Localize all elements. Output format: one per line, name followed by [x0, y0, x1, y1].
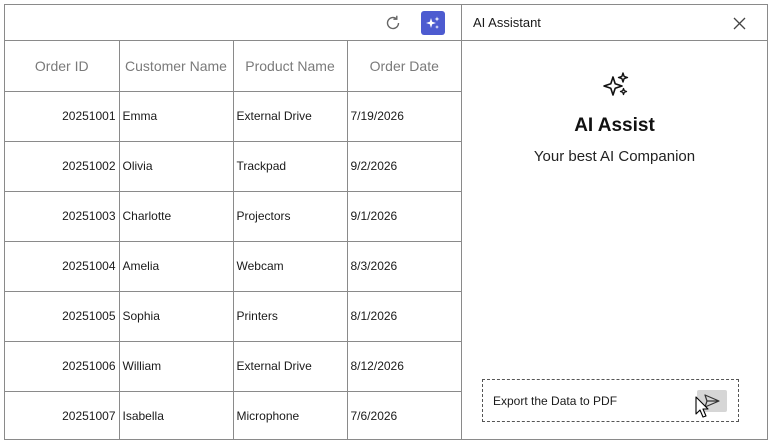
cell-order-id[interactable]: 20251007 — [5, 390, 120, 439]
grid-toolbar — [5, 5, 461, 41]
cell-product-name[interactable]: Trackpad — [232, 140, 348, 192]
column-header-order-id[interactable]: Order ID — [5, 41, 120, 92]
cell-customer-name[interactable]: Amelia — [118, 240, 234, 292]
table-row[interactable]: 20251005 Sophia Printers 8/1/2026 — [5, 290, 461, 342]
refresh-button[interactable] — [382, 12, 404, 34]
ai-assist-button[interactable] — [421, 11, 445, 35]
cell-order-id[interactable]: 20251001 — [5, 90, 120, 142]
cell-order-date[interactable]: 7/19/2026 — [346, 90, 461, 142]
cell-order-date[interactable]: 9/2/2026 — [346, 140, 461, 192]
orders-grid: Order ID Customer Name Product Name Orde… — [5, 41, 461, 439]
ai-assistant-panel: AI Assistant AI Assist Your best AI Comp… — [462, 5, 767, 439]
assistant-title: AI Assistant — [473, 15, 541, 30]
cell-order-date[interactable]: 9/1/2026 — [346, 190, 461, 242]
cell-order-date[interactable]: 7/6/2026 — [346, 390, 461, 439]
table-row[interactable]: 20251007 Isabella Microphone 7/6/2026 — [5, 390, 461, 439]
sparkle-icon — [603, 72, 629, 96]
prompt-input[interactable] — [493, 391, 683, 411]
cell-product-name[interactable]: Projectors — [232, 190, 348, 242]
grid-header-row: Order ID Customer Name Product Name Orde… — [5, 41, 461, 92]
cell-product-name[interactable]: External Drive — [232, 340, 348, 392]
sparkle-icon — [426, 16, 440, 29]
cell-order-id[interactable]: 20251004 — [5, 240, 120, 292]
cell-customer-name[interactable]: Charlotte — [118, 190, 234, 242]
cell-product-name[interactable]: Microphone — [232, 390, 348, 439]
cell-customer-name[interactable]: Sophia — [118, 290, 234, 342]
cell-order-id[interactable]: 20251006 — [5, 340, 120, 392]
table-row[interactable]: 20251002 Olivia Trackpad 9/2/2026 — [5, 140, 461, 192]
cell-product-name[interactable]: External Drive — [232, 90, 348, 142]
cell-order-id[interactable]: 20251003 — [5, 190, 120, 242]
app-frame: Order ID Customer Name Product Name Orde… — [4, 4, 768, 440]
column-header-customer-name[interactable]: Customer Name — [118, 41, 234, 92]
table-row[interactable]: 20251006 William External Drive 8/12/202… — [5, 340, 461, 392]
cell-order-date[interactable]: 8/3/2026 — [346, 240, 461, 292]
column-header-order-date[interactable]: Order Date — [346, 41, 461, 92]
cell-order-date[interactable]: 8/12/2026 — [346, 340, 461, 392]
assistant-header: AI Assistant — [462, 5, 767, 41]
cell-customer-name[interactable]: William — [118, 340, 234, 392]
close-button[interactable] — [730, 14, 748, 32]
cell-product-name[interactable]: Printers — [232, 290, 348, 342]
cell-order-id[interactable]: 20251005 — [5, 290, 120, 342]
table-row[interactable]: 20251003 Charlotte Projectors 9/1/2026 — [5, 190, 461, 242]
close-icon — [733, 17, 745, 29]
mouse-cursor-icon — [695, 396, 709, 418]
cell-product-name[interactable]: Webcam — [232, 240, 348, 292]
cell-customer-name[interactable]: Isabella — [118, 390, 234, 439]
grid-panel: Order ID Customer Name Product Name Orde… — [5, 5, 462, 439]
column-header-product-name[interactable]: Product Name — [232, 41, 348, 92]
table-row[interactable]: 20251004 Amelia Webcam 8/3/2026 — [5, 240, 461, 292]
assistant-heading: AI Assist — [574, 115, 655, 136]
table-row[interactable]: 20251001 Emma External Drive 7/19/2026 — [5, 90, 461, 142]
refresh-icon — [386, 15, 400, 30]
cell-order-date[interactable]: 8/1/2026 — [346, 290, 461, 342]
cell-customer-name[interactable]: Emma — [118, 90, 234, 142]
assistant-subheading: Your best AI Companion — [533, 148, 696, 165]
cell-customer-name[interactable]: Olivia — [118, 140, 234, 192]
cell-order-id[interactable]: 20251002 — [5, 140, 120, 192]
